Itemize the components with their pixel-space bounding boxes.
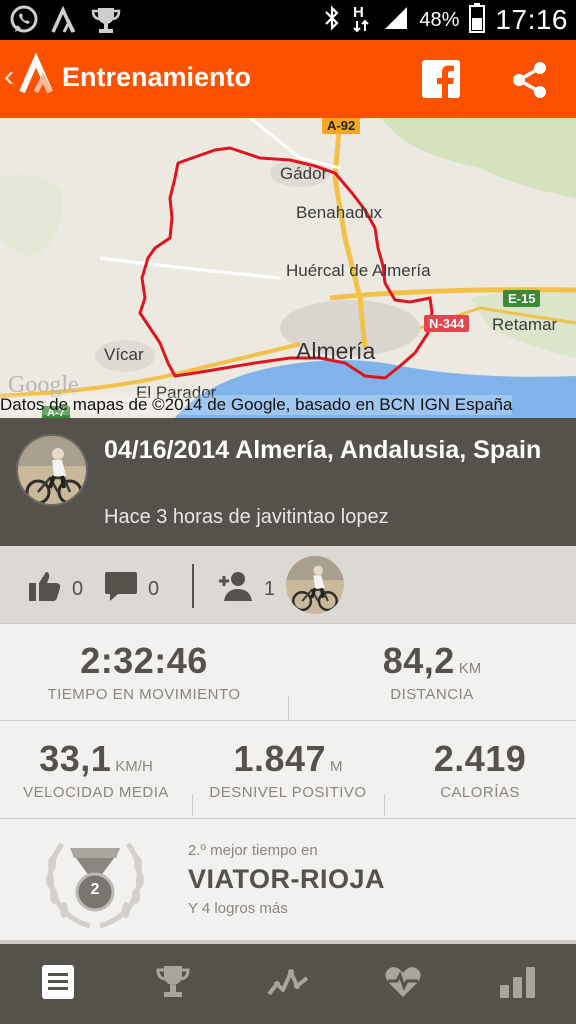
battery-icon [469, 2, 486, 38]
add-person-icon [218, 570, 254, 608]
athlete-avatar[interactable] [16, 434, 88, 506]
activity-stats: 2:32:46 TIEMPO EN MOVIMIENTO 84,2 KM DIST… [0, 624, 576, 940]
page-title: Entrenamiento [62, 62, 252, 92]
comments-button[interactable]: 0 [104, 570, 159, 608]
share-icon[interactable] [510, 60, 550, 105]
kudos-count: 0 [72, 577, 84, 600]
road-badge-n344: N-344 [424, 315, 470, 332]
elevation-unit: M [330, 758, 343, 775]
calories-value: 2.419 [433, 738, 527, 779]
stat-divider [192, 794, 193, 816]
stat-avg-speed: 33,1 KM/H VELOCIDAD MEDIA [0, 738, 192, 801]
achievement-segment: VIATOR-RIOJA [188, 864, 386, 894]
app-bar: ‹ Entrenamiento [0, 40, 576, 118]
achievement-rank: 2.º mejor tiempo en [188, 842, 318, 859]
thumbs-up-icon [28, 570, 62, 608]
bluetooth-icon [323, 4, 341, 37]
activity-header: 04/16/2014 Almería, Andalusia, Spain Hac… [0, 418, 576, 546]
tab-overview[interactable] [0, 944, 115, 1024]
stat-distance: 84,2 KM DISTANCIA [288, 640, 576, 703]
map-label-vicar: Vícar [104, 345, 144, 364]
map-label-almeria: Almería [296, 338, 376, 364]
stat-moving-time: 2:32:46 TIEMPO EN MOVIMIENTO [0, 640, 288, 703]
avg-speed-label: VELOCIDAD MEDIA [23, 784, 169, 801]
strava-icon [50, 4, 80, 41]
map-attribution: Datos de mapas de ©2014 de Google, basad… [0, 395, 513, 415]
moving-time-label: TIEMPO EN MOVIMIENTO [47, 686, 241, 703]
activity-subtitle: Hace 3 horas de javitintao lopez [104, 506, 389, 528]
map-label-huercal: Huércal de Almería [286, 261, 431, 280]
group-athletes-button[interactable]: 1 [218, 570, 275, 608]
stat-divider [288, 696, 289, 720]
moving-time-value: 2:32:46 [80, 640, 208, 681]
bottom-nav [0, 940, 576, 1024]
distance-unit: KM [458, 660, 482, 677]
social-bar: 0 0 1 [0, 546, 576, 624]
analysis-icon [499, 965, 537, 1004]
route-map[interactable]: A-92 E-15 N-344 A-7 Gádor Benahadux Huér… [0, 118, 576, 418]
stat-row-divider [0, 720, 576, 721]
achievement-more: Y 4 logros más [188, 900, 288, 917]
comments-count: 0 [148, 577, 160, 600]
facebook-icon[interactable] [422, 60, 460, 103]
athletes-count: 1 [264, 577, 276, 600]
status-bar: H 48% 17:16 [0, 0, 576, 40]
map-label-benahadux: Benahadux [296, 203, 383, 222]
stat-divider [384, 794, 385, 816]
kudos-button[interactable]: 0 [28, 570, 83, 608]
signal-icon [383, 5, 409, 36]
trophy-icon [90, 4, 122, 41]
tab-elevation[interactable] [230, 944, 345, 1024]
avg-speed-value: 33,1 [39, 738, 112, 779]
trophy-icon [155, 964, 190, 1005]
medal-number: 2 [90, 881, 100, 898]
stat-elevation: 1.847 M DESNIVEL POSITIVO [192, 738, 384, 801]
avg-speed-unit: KM/H [115, 758, 153, 775]
hsdpa-icon: H [351, 3, 373, 38]
svg-text:H: H [353, 4, 364, 21]
social-divider [192, 564, 194, 608]
distance-value: 84,2 [382, 640, 455, 681]
road-badge-a92: A-92 [322, 118, 361, 134]
back-chevron-icon: ‹ [4, 60, 14, 93]
overview-icon [41, 964, 75, 1005]
tab-heart-rate[interactable] [345, 944, 460, 1024]
map-label-gador: Gádor [280, 164, 328, 183]
stat-calories: 2.419 CALORÍAS [384, 738, 576, 801]
map-label-retamar: Retamar [492, 315, 558, 334]
elevation-value: 1.847 [233, 738, 327, 779]
comment-icon [104, 570, 138, 608]
battery-percent: 48% [419, 8, 460, 31]
calories-label: CALORÍAS [440, 784, 520, 801]
heart-rate-icon [384, 965, 422, 1004]
tab-analysis[interactable] [460, 944, 575, 1024]
clock: 17:16 [495, 4, 568, 35]
tab-achievements[interactable] [115, 944, 230, 1024]
road-badge-e15: E-15 [503, 290, 541, 307]
distance-label: DISTANCIA [390, 686, 474, 703]
strava-logo-icon [18, 52, 58, 109]
elevation-label: DESNIVEL POSITIVO [209, 784, 367, 801]
whatsapp-icon [8, 4, 40, 41]
activity-title: 04/16/2014 Almería, Andalusia, Spain [104, 436, 542, 464]
group-athlete-avatar[interactable] [286, 556, 344, 614]
up-navigation[interactable]: ‹ Entrenamiento [0, 40, 260, 118]
elevation-icon [266, 966, 309, 1003]
